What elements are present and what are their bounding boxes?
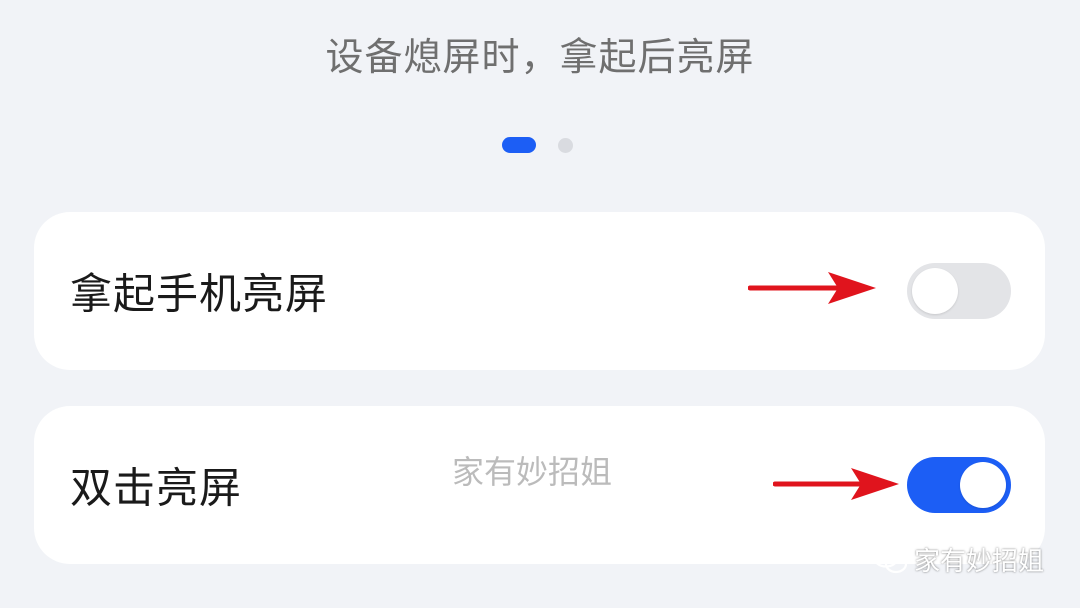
setting-card-raise-to-wake[interactable]: 拿起手机亮屏 [34, 212, 1045, 370]
toggle-knob [912, 268, 958, 314]
page-subtitle: 设备熄屏时，拿起后亮屏 [325, 35, 755, 79]
page-indicator-dot[interactable] [558, 137, 573, 153]
toggle-knob [960, 462, 1006, 508]
red-arrow-icon [773, 468, 899, 500]
watermark-corner: 家有妙招姐 [872, 541, 1044, 578]
page-indicator-active-dot[interactable] [502, 137, 536, 153]
watermark-corner-text: 家有妙招姐 [913, 547, 1044, 577]
setting-label-raise-to-wake: 拿起手机亮屏 [70, 269, 329, 319]
double-tap-wake-toggle[interactable] [907, 457, 1011, 513]
raise-to-wake-toggle[interactable] [907, 263, 1011, 319]
setting-label-double-tap-wake: 双击亮屏 [70, 463, 243, 513]
page-indicator [502, 137, 573, 153]
watermark-center: 家有妙招姐 [452, 453, 613, 491]
red-arrow-icon [748, 272, 876, 304]
wechat-icon [872, 545, 908, 573]
